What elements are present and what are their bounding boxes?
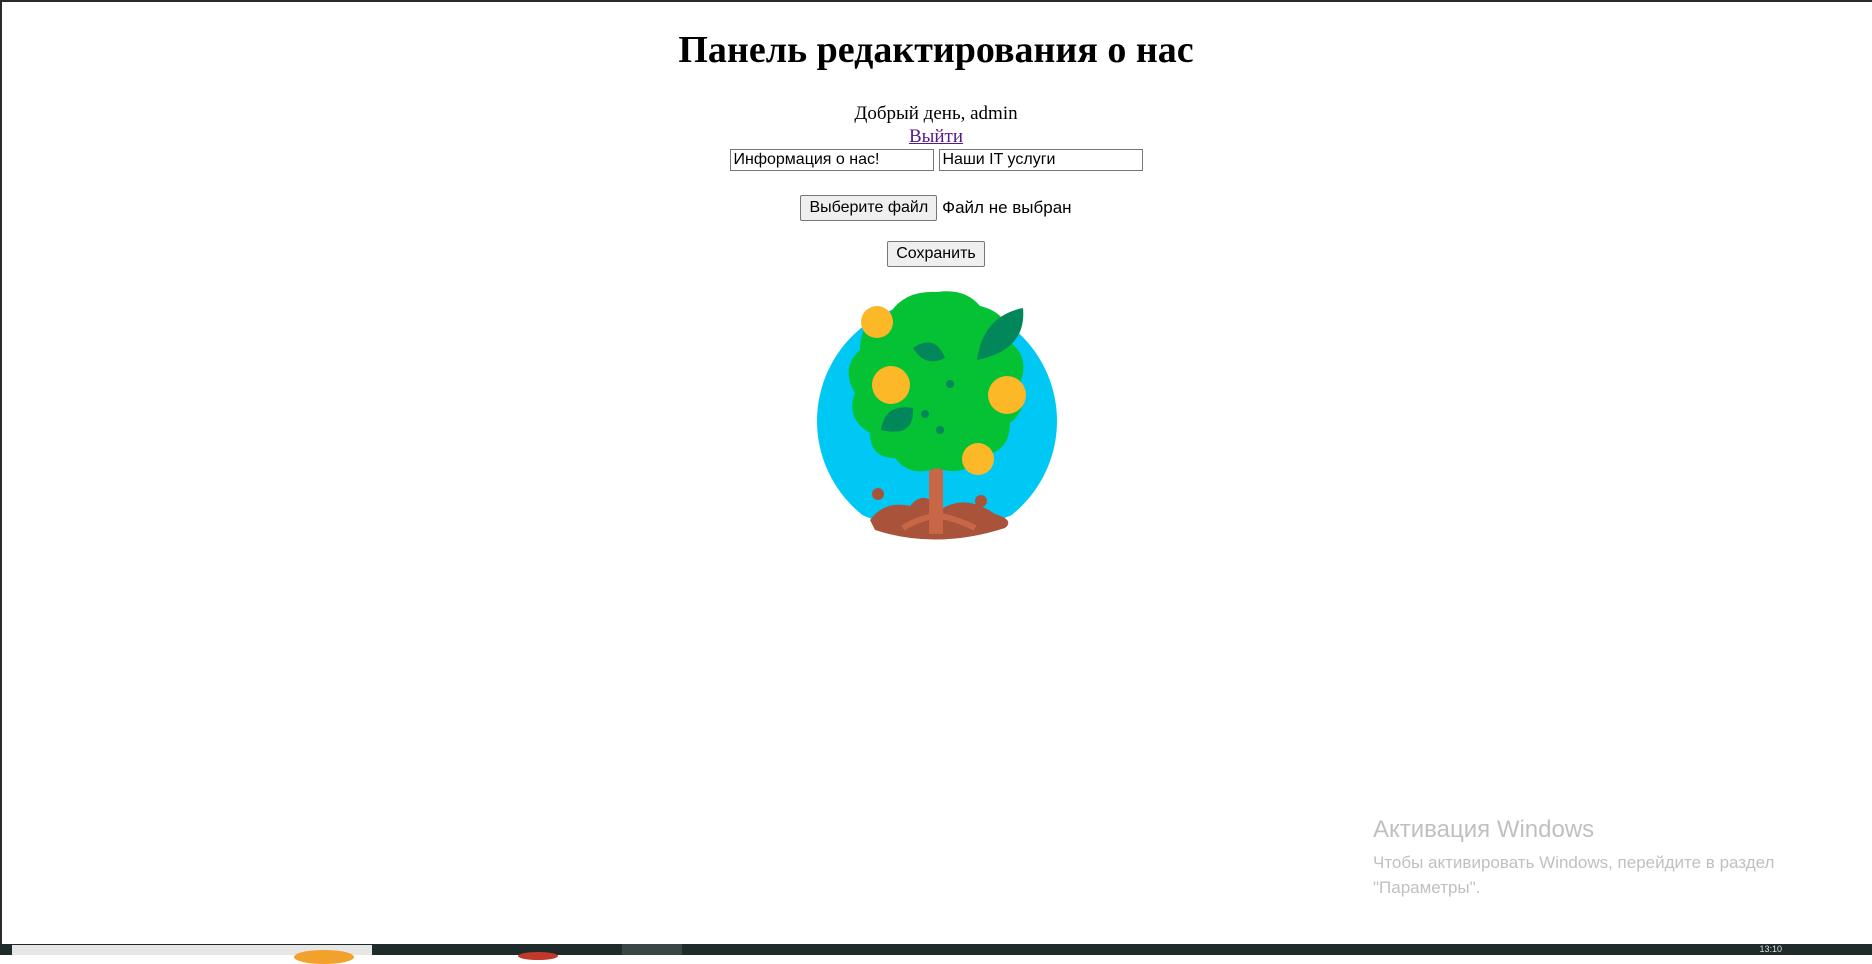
file-upload-row: Выберите файл Файл не выбран	[0, 195, 1872, 221]
text-fields-row	[0, 149, 1872, 171]
money-tree-icon	[815, 288, 1059, 544]
save-row: Сохранить	[0, 241, 1872, 267]
about-input[interactable]	[729, 149, 934, 171]
greeting-text: Добрый день, admin	[854, 103, 1018, 124]
watermark-title: Активация Windows	[1373, 816, 1595, 843]
file-status-text: Файл не выбран	[942, 198, 1072, 217]
page-title: Панель редактирования о нас	[678, 29, 1194, 71]
taskbar-app-icon[interactable]	[294, 950, 354, 964]
taskbar-active-app[interactable]	[622, 944, 682, 955]
watermark-text: Чтобы активировать Windows, перейдите в …	[1373, 853, 1775, 897]
services-input[interactable]	[938, 149, 1143, 171]
taskbar-clock[interactable]: 13:10	[1759, 944, 1782, 954]
logout-link[interactable]: Выйти	[909, 126, 963, 147]
taskbar: 13:10	[0, 944, 1872, 964]
logout-row: Выйти	[0, 126, 1872, 148]
taskbar-app-icon-2[interactable]	[518, 952, 558, 960]
choose-file-button[interactable]: Выберите файл	[800, 195, 938, 221]
windows-activation-watermark: Активация Windows Чтобы активировать Win…	[1373, 816, 1813, 900]
save-button[interactable]: Сохранить	[887, 241, 985, 267]
